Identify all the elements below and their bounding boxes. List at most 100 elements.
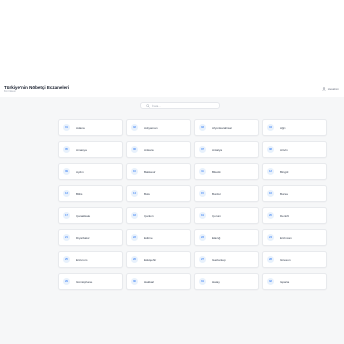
search-icon (146, 103, 150, 108)
search-box[interactable] (140, 102, 220, 109)
plate-code-badge: 20 (267, 212, 274, 219)
city-card[interactable]: 32 Isparta (262, 273, 327, 290)
city-name: Amasya (76, 147, 87, 152)
city-grid: 01 Adana 02 Adıyaman 03 Afyonkarahisar 04 Ağrı 0… (58, 119, 327, 290)
city-name: Bolu (144, 191, 151, 196)
city-card[interactable]: 08 Artvin (262, 141, 327, 158)
city-name: Artvin (280, 147, 288, 152)
plate-code-badge: 28 (267, 256, 274, 263)
city-card[interactable]: 01 Adana (58, 119, 123, 136)
city-name: Giresun (280, 257, 291, 262)
city-card[interactable]: 19 Çorum (194, 207, 259, 224)
city-name: Eskişehir (144, 257, 157, 262)
city-card[interactable]: 17 Çanakkale (58, 207, 123, 224)
city-card[interactable]: 15 Burdur (194, 185, 259, 202)
city-name: Adıyaman (144, 125, 158, 130)
city-name: Hakkari (144, 279, 155, 284)
city-name: Aydın (76, 169, 84, 174)
plate-code-badge: 24 (267, 234, 274, 241)
city-card[interactable]: 20 Denizli (262, 207, 327, 224)
plate-code-badge: 18 (131, 212, 138, 219)
page-subtitle: 81 il listesi (4, 90, 16, 93)
city-card[interactable]: 10 Balıkesir (126, 163, 191, 180)
plate-code-badge: 32 (267, 278, 274, 285)
plate-code-badge: 08 (267, 146, 274, 153)
plate-code-badge: 27 (199, 256, 206, 263)
plate-code-badge: 13 (63, 190, 70, 197)
plate-code-badge: 12 (267, 168, 274, 175)
city-card[interactable]: 28 Giresun (262, 251, 327, 268)
city-card[interactable]: 29 Gümüşhane (58, 273, 123, 290)
search-input[interactable] (152, 103, 212, 108)
city-card[interactable]: 02 Adıyaman (126, 119, 191, 136)
page-header: Türkiye'nin Nöbetçi Eczaneleri 81 il lis… (0, 0, 344, 97)
plate-code-badge: 22 (131, 234, 138, 241)
plate-code-badge: 23 (199, 234, 206, 241)
plate-code-badge: 09 (63, 168, 70, 175)
city-name: Denizli (280, 213, 290, 218)
city-card[interactable]: 22 Edirne (126, 229, 191, 246)
city-name: Antalya (212, 147, 223, 152)
city-card[interactable]: 21 Diyarbakır (58, 229, 123, 246)
plate-code-badge: 21 (63, 234, 70, 241)
city-name: Balıkesir (144, 169, 156, 174)
city-name: Erzurum (76, 257, 88, 262)
city-card[interactable]: 06 Ankara (126, 141, 191, 158)
city-name: Isparta (280, 279, 290, 284)
account-link-label: Hesabım (327, 87, 339, 91)
city-card[interactable]: 24 Erzincan (262, 229, 327, 246)
city-card[interactable]: 26 Eskişehir (126, 251, 191, 268)
city-name: Bursa (280, 191, 288, 196)
city-card[interactable]: 04 Ağrı (262, 119, 327, 136)
plate-code-badge: 01 (63, 124, 70, 131)
city-card[interactable]: 09 Aydın (58, 163, 123, 180)
city-card[interactable]: 23 Elazığ (194, 229, 259, 246)
plate-code-badge: 05 (63, 146, 70, 153)
city-card[interactable]: 12 Bingöl (262, 163, 327, 180)
city-name: Erzincan (280, 235, 292, 240)
city-card[interactable]: 27 Gaziantep (194, 251, 259, 268)
city-name: Adana (76, 125, 85, 130)
account-link[interactable]: Hesabım (322, 87, 339, 91)
city-name: Edirne (144, 235, 153, 240)
plate-code-badge: 16 (267, 190, 274, 197)
city-card[interactable]: 30 Hakkari (126, 273, 191, 290)
plate-code-badge: 07 (199, 146, 206, 153)
city-name: Çankırı (144, 213, 154, 218)
city-name: Çanakkale (76, 213, 91, 218)
city-card[interactable]: 07 Antalya (194, 141, 259, 158)
city-name: Gümüşhane (76, 279, 93, 284)
city-card[interactable]: 11 Bilecik (194, 163, 259, 180)
plate-code-badge: 14 (131, 190, 138, 197)
user-icon (322, 87, 326, 91)
city-card[interactable]: 05 Amasya (58, 141, 123, 158)
city-name: Burdur (212, 191, 222, 196)
plate-code-badge: 02 (131, 124, 138, 131)
city-name: Diyarbakır (76, 235, 90, 240)
plate-code-badge: 10 (131, 168, 138, 175)
plate-code-badge: 30 (131, 278, 138, 285)
city-name: Hatay (212, 279, 220, 284)
plate-code-badge: 06 (131, 146, 138, 153)
city-name: Bingöl (280, 169, 289, 174)
plate-code-badge: 19 (199, 212, 206, 219)
plate-code-badge: 26 (131, 256, 138, 263)
city-card[interactable]: 03 Afyonkarahisar (194, 119, 259, 136)
city-name: Elazığ (212, 235, 221, 240)
plate-code-badge: 15 (199, 190, 206, 197)
title-block: Türkiye'nin Nöbetçi Eczaneleri 81 il lis… (4, 85, 69, 93)
plate-code-badge: 11 (199, 168, 206, 175)
plate-code-badge: 29 (63, 278, 70, 285)
city-card[interactable]: 18 Çankırı (126, 207, 191, 224)
city-name: Ağrı (280, 125, 286, 130)
plate-code-badge: 31 (199, 278, 206, 285)
city-name: Gaziantep (212, 257, 226, 262)
city-card[interactable]: 14 Bolu (126, 185, 191, 202)
city-name: Bilecik (212, 169, 221, 174)
city-card[interactable]: 13 Bitlis (58, 185, 123, 202)
city-card[interactable]: 31 Hatay (194, 273, 259, 290)
city-card[interactable]: 16 Bursa (262, 185, 327, 202)
plate-code-badge: 03 (199, 124, 206, 131)
city-card[interactable]: 25 Erzurum (58, 251, 123, 268)
city-name: Bitlis (76, 191, 83, 196)
